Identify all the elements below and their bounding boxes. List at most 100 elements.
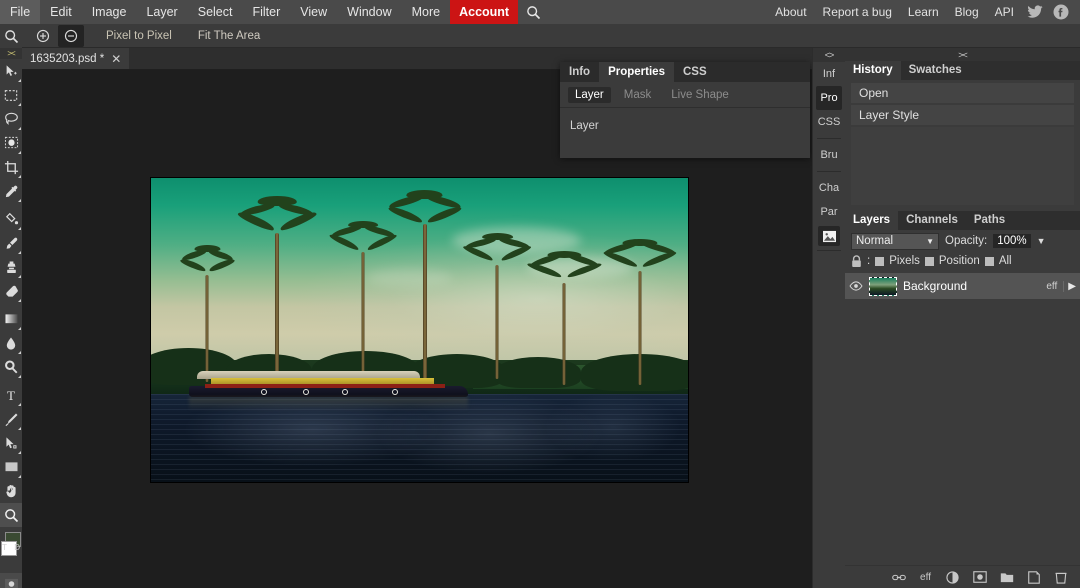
- vtab-properties[interactable]: Pro: [816, 86, 842, 110]
- lock-pixels-checkbox[interactable]: [875, 256, 885, 266]
- lock-position-checkbox[interactable]: [924, 256, 934, 266]
- menu-window[interactable]: Window: [337, 0, 401, 24]
- opacity-value[interactable]: 100%: [993, 234, 1031, 248]
- color-swatches[interactable]: T D: [0, 529, 22, 569]
- opacity-chevron-icon[interactable]: ▼: [1037, 236, 1046, 246]
- menu-about[interactable]: About: [767, 0, 814, 24]
- lock-all-label: All: [998, 255, 1012, 267]
- svg-text:T: T: [7, 388, 15, 403]
- zoom-in-button[interactable]: [30, 25, 56, 47]
- tab-history[interactable]: History: [845, 61, 901, 80]
- toolbar-collapse-button[interactable]: ><: [0, 48, 22, 59]
- move-tool[interactable]: [0, 59, 22, 83]
- eye-icon[interactable]: [849, 281, 863, 291]
- history-item[interactable]: Open: [851, 83, 1074, 103]
- eraser-tool[interactable]: [0, 279, 22, 303]
- layer-effects-icon[interactable]: eff: [918, 570, 933, 585]
- menu-edit[interactable]: Edit: [40, 0, 82, 24]
- menu-report-a-bug[interactable]: Report a bug: [815, 0, 900, 24]
- image-icon[interactable]: [818, 226, 840, 246]
- tab-swatches[interactable]: Swatches: [901, 61, 970, 80]
- dodge-tool[interactable]: [0, 355, 22, 379]
- menu-account[interactable]: Account: [450, 0, 519, 24]
- type-tool[interactable]: T: [0, 383, 22, 407]
- vtab-channels[interactable]: Cha: [816, 176, 842, 200]
- new-group-icon[interactable]: [999, 570, 1014, 585]
- tab-layers[interactable]: Layers: [845, 211, 899, 230]
- pixel-to-pixel-button[interactable]: Pixel to Pixel: [106, 30, 172, 42]
- close-icon[interactable]: ✕: [111, 53, 121, 65]
- vtab-info[interactable]: Inf: [816, 62, 842, 86]
- toolbar-search-tool[interactable]: [0, 24, 22, 48]
- tab-channels[interactable]: Channels: [898, 211, 966, 230]
- fit-the-area-button[interactable]: Fit The Area: [198, 30, 260, 42]
- tab-properties[interactable]: Properties: [599, 62, 674, 82]
- rectangular-marquee-tool[interactable]: [0, 83, 22, 107]
- crop-tool[interactable]: [0, 155, 22, 179]
- zoom-out-button[interactable]: [58, 24, 84, 47]
- clone-stamp-tool[interactable]: [0, 255, 22, 279]
- layer-mask-icon[interactable]: [972, 570, 987, 585]
- eyedropper-tool[interactable]: [0, 179, 22, 203]
- subtab-mask[interactable]: Mask: [617, 87, 658, 103]
- boat-stripe: [205, 384, 446, 388]
- brush-tool[interactable]: [0, 231, 22, 255]
- shape-tool[interactable]: [0, 455, 22, 479]
- menu-blog[interactable]: Blog: [947, 0, 987, 24]
- palm-tree: [237, 196, 318, 379]
- properties-panel[interactable]: Info Properties CSS Layer Mask Live Shap…: [560, 62, 810, 158]
- dock-collapse-button[interactable]: ><: [845, 48, 1080, 61]
- path-selection-tool[interactable]: [0, 431, 22, 455]
- search-icon[interactable]: [518, 0, 548, 24]
- layer-effects-label[interactable]: eff: [1046, 281, 1057, 292]
- hand-tool[interactable]: [0, 479, 22, 503]
- subtab-layer[interactable]: Layer: [568, 86, 611, 103]
- blur-tool[interactable]: [0, 331, 22, 355]
- menu-view[interactable]: View: [290, 0, 337, 24]
- layers-panel: Layers Channels Paths Normal ▼ Opacity: …: [845, 211, 1080, 537]
- menu-layer[interactable]: Layer: [136, 0, 187, 24]
- facebook-icon[interactable]: [1048, 0, 1074, 24]
- tool-corner-marker: [18, 251, 21, 254]
- layer-expand-icon[interactable]: ▶: [1063, 280, 1076, 292]
- houseboat: [188, 371, 468, 412]
- layers-panel-tabs: Layers Channels Paths: [845, 211, 1080, 230]
- document-image: [151, 178, 688, 482]
- blend-mode-select[interactable]: Normal ▼: [851, 232, 939, 250]
- link-layers-icon[interactable]: [891, 570, 906, 585]
- document-tab[interactable]: 1635203.psd * ✕: [22, 48, 130, 69]
- tab-info[interactable]: Info: [560, 62, 599, 82]
- menu-more[interactable]: More: [402, 0, 450, 24]
- twitter-icon[interactable]: [1022, 0, 1048, 24]
- subtab-live-shape[interactable]: Live Shape: [664, 87, 736, 103]
- adjustment-layer-icon[interactable]: [945, 570, 960, 585]
- layers-panel-footer: eff: [845, 565, 1080, 588]
- delete-layer-icon[interactable]: [1053, 570, 1068, 585]
- tab-css[interactable]: CSS: [674, 62, 716, 82]
- vtab-brushes[interactable]: Bru: [816, 143, 842, 167]
- layer-row-background[interactable]: Background eff ▶: [845, 273, 1080, 299]
- menu-file[interactable]: File: [0, 0, 41, 24]
- menu-image[interactable]: Image: [82, 0, 137, 24]
- quick-mask-icon[interactable]: [0, 573, 22, 588]
- artboard[interactable]: [151, 178, 688, 482]
- layer-thumbnail[interactable]: [869, 276, 897, 296]
- gradient-tool[interactable]: [0, 307, 22, 331]
- tab-paths[interactable]: Paths: [966, 211, 1013, 230]
- paint-bucket-tool[interactable]: [0, 207, 22, 231]
- vtab-paragraph[interactable]: Par: [816, 200, 842, 224]
- history-item[interactable]: Layer Style: [851, 105, 1074, 125]
- vtab-css[interactable]: CSS: [816, 110, 842, 134]
- menu-api[interactable]: API: [987, 0, 1022, 24]
- menu-filter[interactable]: Filter: [242, 0, 290, 24]
- menu-select[interactable]: Select: [188, 0, 243, 24]
- magic-wand-tool[interactable]: [0, 131, 22, 155]
- lock-all-checkbox[interactable]: [984, 256, 994, 266]
- vertical-strip-collapse-button[interactable]: <>: [813, 48, 845, 62]
- lasso-tool[interactable]: [0, 107, 22, 131]
- pen-tool[interactable]: [0, 407, 22, 431]
- zoom-tool[interactable]: [0, 503, 22, 527]
- new-layer-icon[interactable]: [1026, 570, 1041, 585]
- lock-position-label: Position: [938, 255, 980, 267]
- menu-learn[interactable]: Learn: [900, 0, 947, 24]
